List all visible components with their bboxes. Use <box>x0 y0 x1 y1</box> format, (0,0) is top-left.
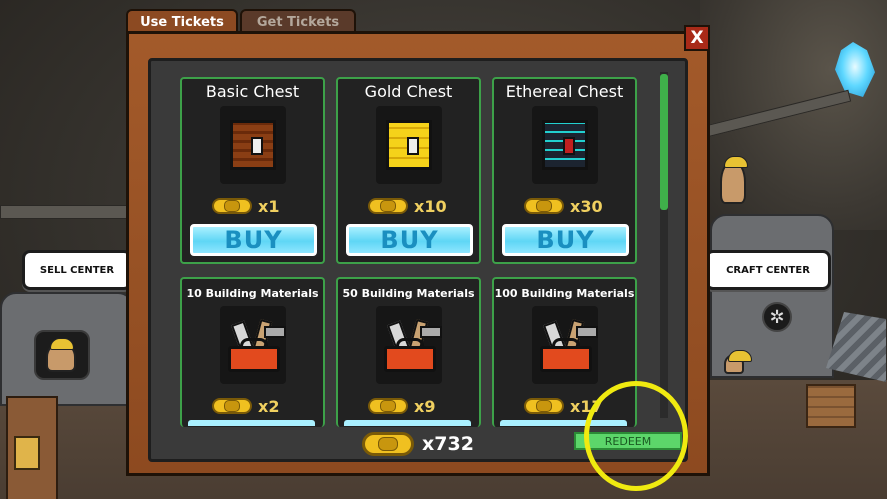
item-price: x2 <box>212 396 279 416</box>
item-title: Ethereal Chest <box>505 82 624 101</box>
chest-basic-icon <box>220 106 286 184</box>
item-title: 50 Building Materials <box>342 287 475 300</box>
support-beam <box>0 205 142 219</box>
ticket-icon <box>362 432 414 456</box>
price-label: x1 <box>258 196 280 216</box>
ticket-icon <box>368 398 408 414</box>
highlight-circle <box>584 381 688 491</box>
item-price: x9 <box>368 396 435 416</box>
crafter-miner <box>724 350 752 374</box>
toolbox-icon <box>376 306 442 384</box>
price-label: x30 <box>570 196 603 216</box>
item-price: x30 <box>524 196 603 216</box>
ticket-icon <box>212 198 252 214</box>
shop-item-ethereal-chest[interactable]: Ethereal Chest x30 BUY <box>492 77 637 264</box>
item-title: 100 Building Materials <box>494 287 635 300</box>
fan-icon: ✲ <box>762 302 792 332</box>
buy-button[interactable]: BUY <box>190 224 317 256</box>
close-button[interactable]: X <box>684 25 710 51</box>
shop-item-50-building-materials[interactable]: 50 Building Materials x9 <box>336 277 481 427</box>
buy-button-partial[interactable] <box>188 420 315 426</box>
toolbox-icon <box>532 306 598 384</box>
ticket-icon <box>368 198 408 214</box>
item-title: Basic Chest <box>205 82 300 101</box>
chest-gold-icon <box>376 106 442 184</box>
buy-button-partial[interactable] <box>344 420 471 426</box>
wooden-crate <box>806 384 856 428</box>
craft-center-sign[interactable]: CRAFT CENTER <box>705 250 831 290</box>
tab-get-tickets[interactable]: Get Tickets <box>240 9 356 33</box>
buy-button[interactable]: BUY <box>346 224 473 256</box>
craft-center-building[interactable] <box>710 214 834 378</box>
shop-item-10-building-materials[interactable]: 10 Building Materials x2 <box>180 277 325 427</box>
toolbox-icon <box>220 306 286 384</box>
drill-icon <box>826 312 886 382</box>
buy-button[interactable]: BUY <box>502 224 629 256</box>
price-label: x2 <box>258 396 280 416</box>
price-label: x10 <box>414 196 447 216</box>
miner-character <box>720 156 748 204</box>
item-title: Gold Chest <box>364 82 453 101</box>
ticket-icon <box>212 398 252 414</box>
item-price: x10 <box>368 196 447 216</box>
scrollbar-thumb[interactable] <box>660 74 668 210</box>
item-price: x1 <box>212 196 279 216</box>
sell-center-sign[interactable]: SELL CENTER <box>22 250 132 290</box>
shopkeeper-miner <box>46 338 76 372</box>
shop-item-basic-chest[interactable]: Basic Chest x1 BUY <box>180 77 325 264</box>
ticket-icon <box>524 398 564 414</box>
tab-use-tickets[interactable]: Use Tickets <box>126 9 238 33</box>
ticket-balance: x732 <box>422 433 474 455</box>
item-title: 10 Building Materials <box>186 287 319 300</box>
shop-item-gold-chest[interactable]: Gold Chest x10 BUY <box>336 77 481 264</box>
price-label: x9 <box>414 396 436 416</box>
chest-ethereal-icon <box>532 106 598 184</box>
elevator-chest-icon <box>14 436 40 470</box>
ticket-icon <box>524 198 564 214</box>
